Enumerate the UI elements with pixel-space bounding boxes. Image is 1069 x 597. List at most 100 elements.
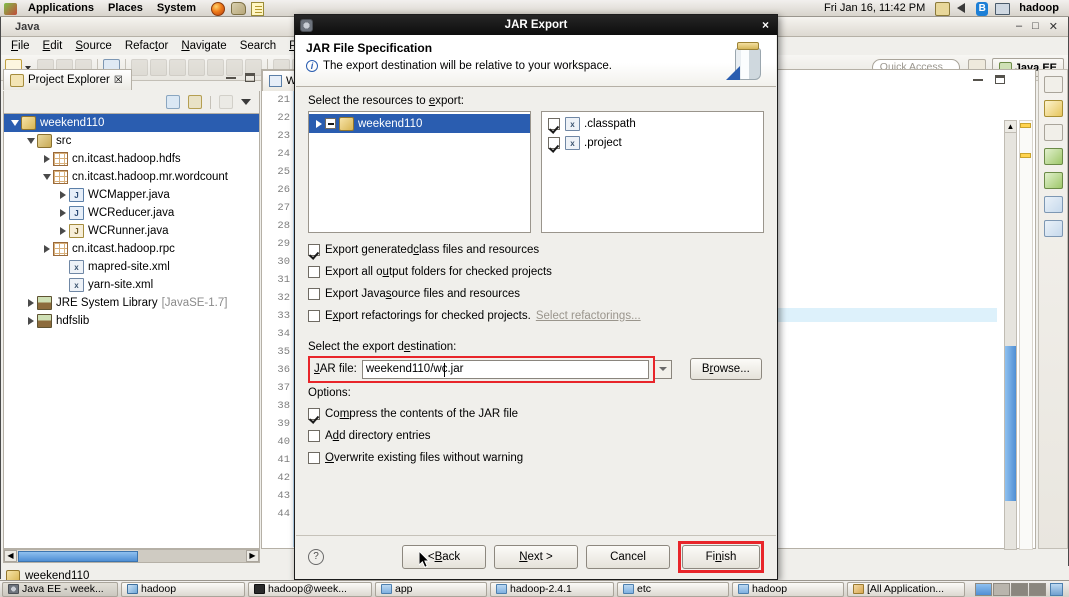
twisty-closed-icon[interactable] xyxy=(40,155,53,163)
menu-navigate[interactable]: Navigate xyxy=(175,39,232,53)
option-export-class-files[interactable]: Export generated c lass files and resourc… xyxy=(308,239,764,261)
scroll-up-icon[interactable]: ▲ xyxy=(1005,121,1016,133)
menu-system[interactable]: System xyxy=(150,2,203,14)
taskbar-item-hadoop-2[interactable]: hadoop xyxy=(732,581,844,597)
volume-icon[interactable] xyxy=(953,1,971,16)
tree-item-mapred-site[interactable]: x mapred-site.xml xyxy=(4,258,259,276)
editor-vertical-scrollbar[interactable]: ▲ xyxy=(1004,120,1017,550)
project-explorer-hscrollbar[interactable]: ◀ ▶ xyxy=(3,549,260,563)
taskbar-item-hadoop-1[interactable]: hadoop xyxy=(121,581,245,597)
tree-item-wcreducer[interactable]: J WCReducer.java xyxy=(4,204,259,222)
notes-icon[interactable] xyxy=(249,1,267,16)
twisty-closed-icon[interactable] xyxy=(24,317,37,325)
checkbox-export-output-folders[interactable] xyxy=(308,266,320,278)
workspace-2[interactable] xyxy=(993,582,1010,596)
problems-icon[interactable] xyxy=(1043,100,1063,117)
finish-button[interactable]: Fi n ish xyxy=(682,545,760,569)
menu-file[interactable]: FFileile xyxy=(5,39,36,53)
workspace-switcher[interactable] xyxy=(975,582,1067,596)
view-menu-icon[interactable] xyxy=(241,99,251,105)
tree-item-hdfslib[interactable]: hdfslib xyxy=(4,312,259,330)
browse-button[interactable]: Br owse... xyxy=(689,358,762,380)
taskbar-item-hadoop-241[interactable]: hadoop-2.4.1 xyxy=(490,581,614,597)
resource-tree-pane[interactable]: weekend110 xyxy=(308,111,531,233)
workspace-3[interactable] xyxy=(1011,582,1028,596)
editor-overview-ruler[interactable] xyxy=(1019,120,1033,550)
data-source-icon[interactable] xyxy=(1043,148,1063,165)
tree-item-wcrunner[interactable]: J WCRunner.java xyxy=(4,222,259,240)
trash-icon[interactable] xyxy=(1050,582,1063,596)
close-button[interactable]: ✕ xyxy=(1049,20,1058,33)
scroll-left-icon[interactable]: ◀ xyxy=(4,550,17,562)
menu-source[interactable]: Source xyxy=(69,39,117,53)
help-icon[interactable]: ? xyxy=(308,549,324,565)
focus-icon[interactable] xyxy=(219,95,233,109)
clock[interactable]: Fri Jan 16, 11:42 PM xyxy=(817,2,932,14)
browser-icon[interactable] xyxy=(1043,220,1063,237)
annotation-marker[interactable] xyxy=(1020,123,1031,128)
tree-item-src[interactable]: src xyxy=(4,132,259,150)
taskbar-item-terminal[interactable]: hadoop@week... xyxy=(248,581,372,597)
collapse-all-icon[interactable] xyxy=(166,95,180,109)
user-name[interactable]: hadoop xyxy=(1012,2,1069,14)
checkbox-add-directory-entries[interactable] xyxy=(308,430,320,442)
jar-file-dropdown-button[interactable] xyxy=(654,359,672,379)
minimize-view-icon[interactable] xyxy=(226,76,236,79)
option-compress-jar[interactable]: Co m press the contents of the JAR file xyxy=(308,403,764,425)
taskbar-item-all-applications[interactable]: [All Application... xyxy=(847,581,965,597)
close-icon[interactable]: ☒ xyxy=(114,75,123,86)
firefox-icon[interactable] xyxy=(209,1,227,16)
option-export-refactorings[interactable]: Ex port refactorings for checked projects… xyxy=(308,305,764,327)
bluetooth-icon[interactable]: B xyxy=(973,1,991,16)
twisty-closed-icon[interactable] xyxy=(24,299,37,307)
scroll-right-icon[interactable]: ▶ xyxy=(246,550,259,562)
option-export-java-source[interactable]: Export Java s ource files and resources xyxy=(308,283,764,305)
menu-applications[interactable]: Applications xyxy=(21,2,101,14)
twisty-closed-icon[interactable] xyxy=(40,245,53,253)
twisty-open-icon[interactable] xyxy=(8,120,21,126)
console-icon[interactable] xyxy=(1043,124,1063,141)
project-explorer-tree[interactable]: weekend110 src cn.itcast.hadoop.hdfs cn.… xyxy=(3,113,260,549)
link-with-editor-icon[interactable] xyxy=(188,95,202,109)
menu-edit[interactable]: Edit xyxy=(37,39,69,53)
checkbox-classpath[interactable] xyxy=(548,117,560,130)
tree-item-hdfs[interactable]: cn.itcast.hadoop.hdfs xyxy=(4,150,259,168)
palette-icon[interactable] xyxy=(229,1,247,16)
checkbox-export-refactorings[interactable] xyxy=(308,310,320,322)
resource-tree-row[interactable]: weekend110 xyxy=(309,114,530,133)
back-button[interactable]: < Back xyxy=(402,545,486,569)
cancel-button[interactable]: Cancel xyxy=(586,545,670,569)
checkbox-export-java-source[interactable] xyxy=(308,288,320,300)
twisty-closed-icon[interactable] xyxy=(312,119,325,128)
maximize-button[interactable]: □ xyxy=(1032,20,1039,33)
maximize-view-icon[interactable] xyxy=(245,73,255,82)
resource-file-row[interactable]: x .project xyxy=(542,133,763,152)
scrollbar-thumb[interactable] xyxy=(1005,346,1016,501)
maximize-view-icon[interactable] xyxy=(995,75,1005,84)
tree-item-rpc[interactable]: cn.itcast.hadoop.rpc xyxy=(4,240,259,258)
tree-item-wcmapper[interactable]: J WCMapper.java xyxy=(4,186,259,204)
tree-item-yarn-site[interactable]: x yarn-site.xml xyxy=(4,276,259,294)
workspace-1[interactable] xyxy=(975,582,992,596)
checkbox-overwrite-existing[interactable] xyxy=(308,452,320,464)
next-button[interactable]: Next > xyxy=(494,545,578,569)
properties-icon[interactable] xyxy=(1043,196,1063,213)
servers-icon[interactable] xyxy=(1043,76,1063,93)
option-export-output-folders[interactable]: Export all o u tput folders for checked pr… xyxy=(308,261,764,283)
option-overwrite-existing[interactable]: Overwrite existing files without warning xyxy=(308,447,764,469)
grayed-checkbox[interactable] xyxy=(325,118,336,129)
select-refactorings-link[interactable]: Select refactorings... xyxy=(536,310,641,322)
twisty-closed-icon[interactable] xyxy=(56,191,69,199)
network-icon[interactable] xyxy=(993,1,1011,16)
tab-project-explorer[interactable]: Project Explorer ☒ xyxy=(3,69,132,90)
snippets-icon[interactable] xyxy=(1043,172,1063,189)
checkbox-compress-jar[interactable] xyxy=(308,408,320,420)
twisty-open-icon[interactable] xyxy=(24,138,37,144)
tree-item-wordcount[interactable]: cn.itcast.hadoop.mr.wordcount xyxy=(4,168,259,186)
taskbar-item-etc[interactable]: etc xyxy=(617,581,729,597)
close-icon[interactable]: × xyxy=(759,18,772,32)
tree-item-weekend110[interactable]: weekend110 xyxy=(4,114,259,132)
option-add-directory-entries[interactable]: Add directory entries xyxy=(308,425,764,447)
minimize-view-icon[interactable] xyxy=(973,78,983,81)
menu-search[interactable]: Search xyxy=(234,39,282,53)
